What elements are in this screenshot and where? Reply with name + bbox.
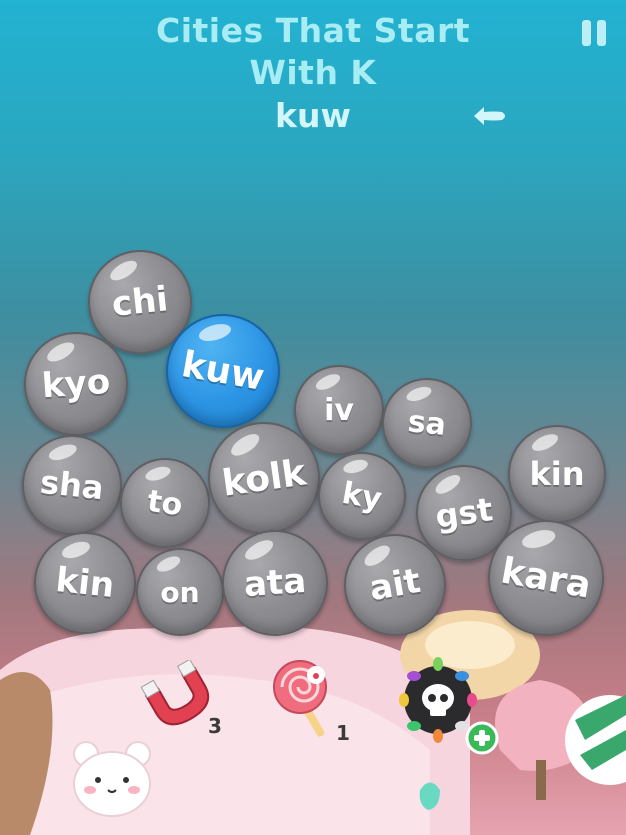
backspace-arrow-icon[interactable] [472,104,508,128]
bear-mascot-icon [73,741,151,817]
bubble-label: sha [38,462,106,508]
title-line-2: With K [249,53,377,92]
current-word-display: kuw [275,96,351,135]
letter-bubble-on[interactable]: on [136,548,224,636]
letter-bubble-sha[interactable]: sha [17,430,127,540]
bubble-label: ait [366,560,424,610]
bubble-label: kolk [219,451,309,505]
bubble-label: to [145,483,185,523]
bubble-label: kin [529,455,585,493]
bubble-label: kuw [178,343,268,399]
bubble-label: ata [242,560,308,606]
bubble-label: iv [324,392,354,428]
lollipop-icon [273,660,327,737]
bubble-label: gst [433,490,495,536]
title-line-1: Cities That Start [155,11,471,50]
magnet-powerup-button[interactable]: 3 [138,658,228,740]
bubble-label: kyo [40,361,112,407]
skull-bomb-powerup-button[interactable] [394,654,506,756]
magnet-count: 3 [208,714,222,738]
letter-bubble-to[interactable]: to [114,452,216,554]
letter-bubble-ky[interactable]: ky [311,445,413,547]
lollipop-powerup-button[interactable]: 1 [266,655,356,745]
letter-bubble-sa[interactable]: sa [377,373,477,473]
bubble-label: chi [110,279,170,325]
bubble-label: sa [406,403,448,443]
bubble-label: on [160,575,200,609]
letter-bubble-iv[interactable]: iv [294,365,384,455]
magnet-icon [140,658,210,726]
lollipop-count: 1 [336,721,350,745]
level-title: Cities That Start With K [0,10,626,94]
letter-bubble-kin-top[interactable]: kin [508,425,606,523]
pause-button[interactable] [580,20,608,46]
bubble-label: kin [53,560,117,606]
bubble-label: kara [497,549,595,607]
skull-bomb-icon [399,657,499,755]
pause-bar-left [582,20,591,46]
pause-bar-right [597,20,606,46]
bubble-label: ky [339,475,385,517]
